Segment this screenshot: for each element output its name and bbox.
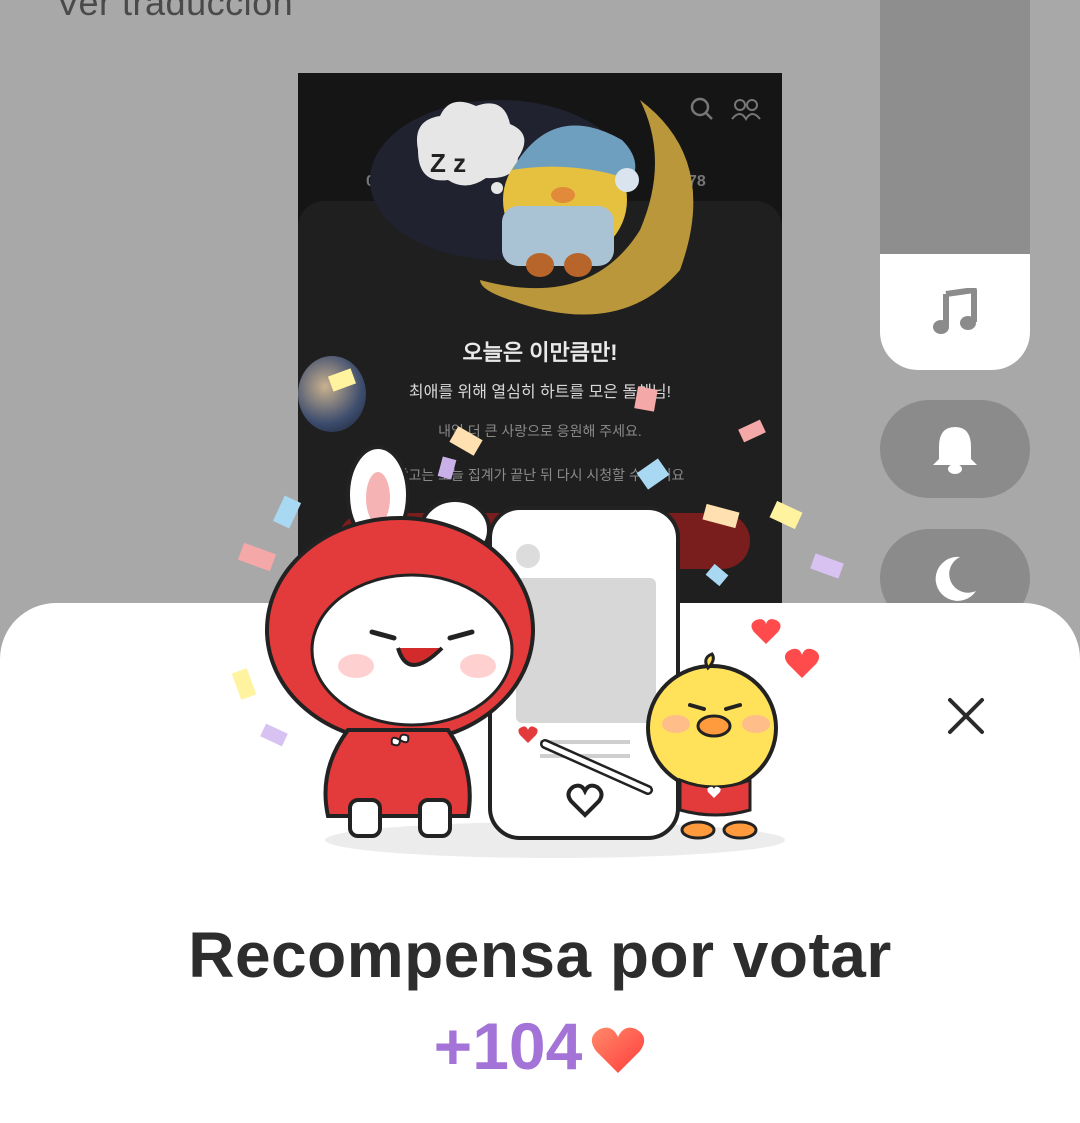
- header-icons: [690, 97, 761, 121]
- people-icon: [731, 99, 761, 121]
- search-icon: [690, 97, 713, 120]
- bell-icon: [933, 427, 977, 474]
- popup-line-2: 내일 더 큰 사랑으로 응원해 주세요.: [438, 423, 642, 439]
- right-number: 78: [688, 173, 706, 190]
- reward-title: Recompensa por votar: [188, 919, 892, 991]
- heart-icon: [590, 1014, 646, 1090]
- reward-amount: +104: [0, 1008, 1080, 1090]
- popup-line-1: 최애를 위해 열심히 하트를 모은 돌체님!: [408, 384, 672, 401]
- close-button[interactable]: [940, 690, 992, 742]
- popup-action-button: [338, 513, 750, 569]
- translation-link[interactable]: Ver traducción: [56, 0, 293, 24]
- notification-sound-button[interactable]: [880, 400, 1030, 498]
- popup-line-3: 광고는 오늘 집계가 끝난 뒤 다시 시청할 수 있어요: [395, 467, 685, 483]
- close-icon: [948, 698, 984, 734]
- left-number: 0: [366, 173, 375, 190]
- reward-amount-value: +104: [433, 1009, 583, 1083]
- music-note-icon: [933, 288, 977, 334]
- background-app-card: 0 78 오늘은 이만큼만! 최애를 위해 열심히 하트를 모은 돌체님! 내일…: [298, 73, 782, 613]
- volume-slider[interactable]: [880, 0, 1030, 254]
- moon-icon: [935, 556, 976, 601]
- popup-title: 오늘은 이만큼만!: [462, 340, 618, 365]
- music-mode-button[interactable]: [880, 254, 1030, 370]
- volume-panel: [880, 0, 1030, 370]
